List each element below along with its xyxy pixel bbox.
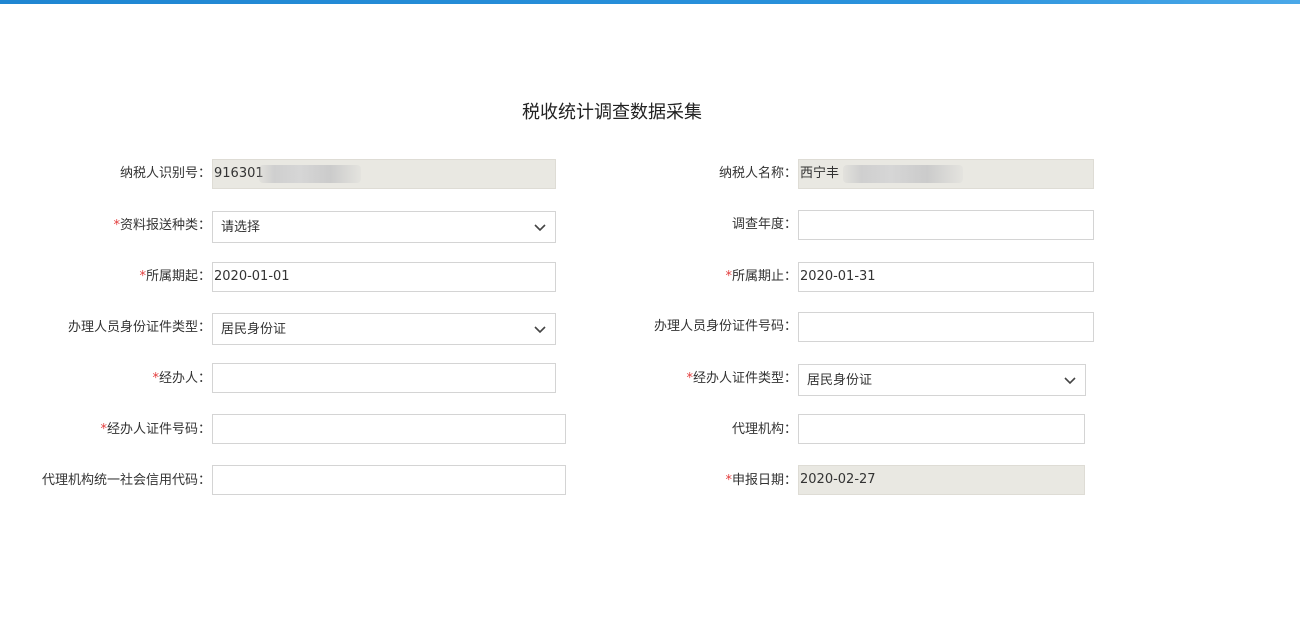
agency-credit-code-input[interactable] (212, 465, 566, 495)
agency-credit-code-label: 代理机构统一社会信用代码： (0, 466, 211, 496)
period-end-input[interactable]: 2020-01-31 (798, 262, 1094, 292)
agent-id-number-input[interactable] (212, 414, 566, 444)
material-type-value: 请选择 (221, 220, 261, 235)
survey-year-label-text: 调查年度： (731, 217, 797, 232)
report-date-label-text: 申报日期： (731, 473, 797, 488)
period-end-label-text: 所属期止： (731, 269, 797, 284)
period-start-value: 2020-01-01 (214, 269, 290, 284)
taxpayer-id-label: 纳税人识别号： (0, 159, 211, 189)
page-title: 税收统计调查数据采集 (522, 102, 702, 123)
survey-year-label: 调查年度： (600, 210, 797, 240)
handler-id-type-label: 办理人员身份证件类型： (0, 313, 211, 343)
taxpayer-id-value: 916301 (214, 166, 264, 181)
taxpayer-id-field[interactable]: 916301 (212, 159, 556, 189)
period-start-input[interactable]: 2020-01-01 (212, 262, 556, 292)
period-end-label: *所属期止： (600, 262, 797, 292)
redacted-mask (259, 165, 361, 183)
handler-id-type-select[interactable]: 居民身份证 (212, 313, 556, 345)
agent-id-type-select[interactable]: 居民身份证 (798, 364, 1086, 396)
chevron-down-icon (1064, 377, 1076, 385)
material-type-label-text: 资料报送种类： (119, 218, 211, 233)
agent-input[interactable] (212, 363, 556, 393)
taxpayer-name-value: 西宁丰 (800, 166, 840, 181)
report-date-field[interactable]: 2020-02-27 (798, 465, 1085, 495)
agent-label: *经办人： (0, 364, 211, 394)
top-accent-bar (0, 0, 1300, 4)
handler-id-type-value: 居民身份证 (221, 322, 287, 337)
agency-credit-code-label-text: 代理机构统一社会信用代码： (41, 473, 211, 488)
agent-id-number-label-text: 经办人证件号码： (106, 422, 211, 437)
agent-id-number-label: *经办人证件号码： (0, 415, 211, 445)
survey-year-input[interactable] (798, 210, 1094, 240)
taxpayer-id-label-text: 纳税人识别号： (119, 166, 211, 181)
chevron-down-icon (534, 326, 546, 334)
agent-id-type-label-text: 经办人证件类型： (692, 371, 797, 386)
period-start-label-text: 所属期起： (145, 269, 211, 284)
material-type-label: *资料报送种类： (0, 211, 211, 241)
period-end-value: 2020-01-31 (800, 269, 876, 284)
handler-id-number-label-text: 办理人员身份证件号码： (653, 319, 797, 334)
agent-id-type-value: 居民身份证 (807, 373, 873, 388)
handler-id-number-input[interactable] (798, 312, 1094, 342)
period-start-label: *所属期起： (0, 262, 211, 292)
agency-label: 代理机构： (600, 415, 797, 445)
material-type-select[interactable]: 请选择 (212, 211, 556, 243)
agency-label-text: 代理机构： (731, 422, 797, 437)
report-date-value: 2020-02-27 (800, 472, 876, 487)
agent-label-text: 经办人： (158, 371, 211, 386)
agency-input[interactable] (798, 414, 1085, 444)
taxpayer-name-label-text: 纳税人名称： (718, 166, 797, 181)
report-date-label: *申报日期： (600, 466, 797, 496)
redacted-mask (843, 165, 963, 183)
chevron-down-icon (534, 224, 546, 232)
handler-id-type-label-text: 办理人员身份证件类型： (67, 320, 211, 335)
handler-id-number-label: 办理人员身份证件号码： (600, 312, 797, 342)
agent-id-type-label: *经办人证件类型： (600, 364, 797, 394)
taxpayer-name-label: 纳税人名称： (600, 159, 797, 189)
taxpayer-name-field[interactable]: 西宁丰 (798, 159, 1094, 189)
